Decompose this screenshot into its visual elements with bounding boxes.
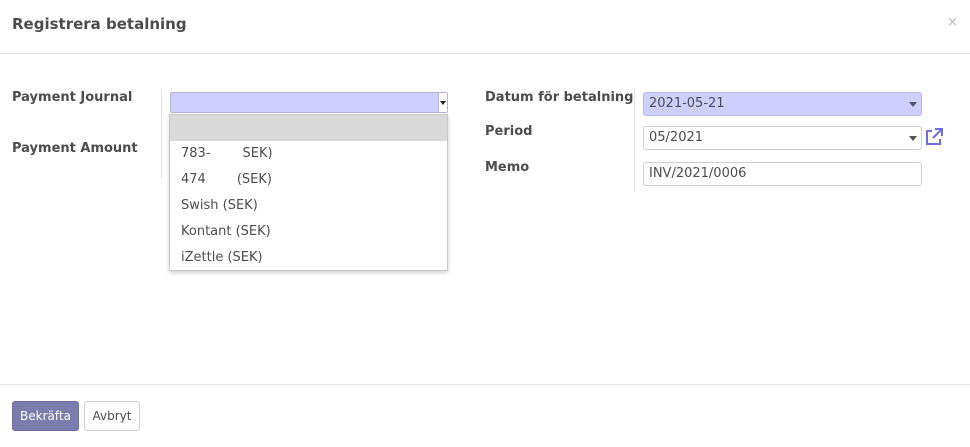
journal-option-swish[interactable]: Swish (SEK) — [170, 193, 447, 219]
memo-field[interactable]: INV/2021/0006 — [643, 162, 922, 186]
journal-option-474[interactable]: 474 (SEK) — [170, 167, 447, 193]
journal-option-izettle[interactable]: iZettle (SEK) — [170, 245, 447, 271]
dialog-header: Registrera betalning × — [0, 0, 970, 54]
journal-option-label: Swish (SEK) — [181, 198, 258, 213]
dialog-footer — [0, 384, 970, 447]
dialog-title: Registrera betalning — [12, 15, 187, 33]
external-link-icon[interactable] — [924, 127, 944, 147]
journal-option-empty[interactable] — [170, 115, 447, 141]
right-column-separator — [634, 89, 635, 192]
journal-option-kontant[interactable]: Kontant (SEK) — [170, 219, 447, 245]
confirm-button[interactable]: Bekräfta — [12, 401, 79, 431]
journal-option-currency: (SEK) — [236, 172, 272, 187]
payment-journal-select[interactable] — [170, 92, 448, 113]
payment-journal-dropdown-button[interactable] — [438, 93, 447, 112]
payment-date-value: 2021-05-21 — [649, 96, 725, 111]
payment-journal-label: Payment Journal — [12, 90, 133, 105]
chevron-down-icon[interactable] — [909, 136, 917, 141]
payment-date-field[interactable]: 2021-05-21 — [643, 92, 922, 116]
period-field[interactable]: 05/2021 — [643, 126, 922, 150]
journal-option-label: 474 — [181, 172, 206, 187]
period-label: Period — [485, 124, 533, 139]
redacted-text — [205, 172, 237, 187]
payment-date-label: Datum för betalning — [485, 90, 634, 105]
journal-option-label: 783- — [181, 146, 211, 161]
chevron-down-icon — [440, 101, 446, 105]
period-value: 05/2021 — [649, 130, 704, 145]
payment-amount-label: Payment Amount — [12, 141, 138, 156]
journal-option-currency: SEK) — [242, 146, 273, 161]
redacted-text — [210, 146, 243, 161]
left-column-separator — [161, 89, 162, 178]
journal-option-label: iZettle (SEK) — [181, 250, 263, 265]
memo-value: INV/2021/0006 — [649, 166, 747, 181]
memo-label: Memo — [485, 160, 530, 175]
journal-option-783[interactable]: 783- SEK) — [170, 141, 447, 167]
chevron-down-icon[interactable] — [909, 102, 917, 107]
journal-option-label: Kontant (SEK) — [181, 224, 271, 239]
close-icon[interactable]: × — [947, 15, 958, 30]
cancel-button[interactable]: Avbryt — [84, 401, 140, 431]
payment-journal-dropdown: 783- SEK) 474 (SEK) Swish (SEK) Kontant (S… — [169, 114, 448, 271]
